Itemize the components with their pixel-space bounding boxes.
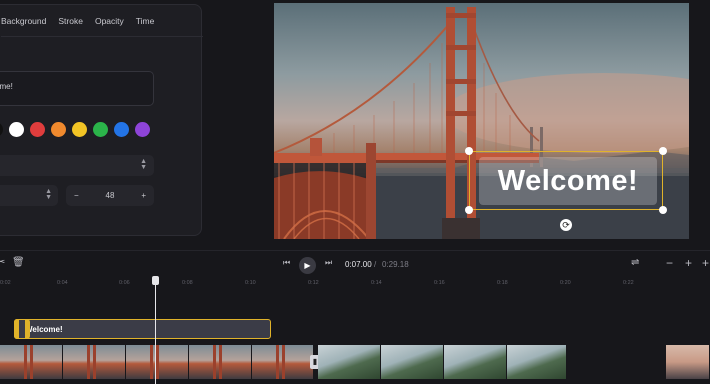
clip-thumbnail bbox=[444, 345, 507, 379]
playhead-line[interactable] bbox=[155, 277, 156, 384]
color-swatch-purple[interactable] bbox=[135, 122, 150, 137]
color-swatch-red[interactable] bbox=[30, 122, 45, 137]
color-swatch-white[interactable] bbox=[9, 122, 24, 137]
color-swatch-orange[interactable] bbox=[51, 122, 66, 137]
color-swatch-black[interactable] bbox=[0, 122, 3, 137]
select-chevron-icon: ▲ ▼ bbox=[140, 158, 147, 171]
text-clip-right-handle[interactable] bbox=[25, 319, 30, 339]
color-swatches bbox=[0, 122, 150, 137]
ruler-label: 0:06 bbox=[119, 280, 130, 286]
color-swatch-blue[interactable] bbox=[114, 122, 129, 137]
skip-back-icon[interactable]: ⏮ bbox=[283, 258, 290, 268]
font-size-stepper: − 48 + bbox=[66, 185, 154, 206]
add-icon[interactable]: + bbox=[702, 256, 709, 270]
font-select[interactable]: o ▲▼ bbox=[0, 155, 154, 176]
current-time: 0:07.00 bbox=[345, 260, 372, 269]
ruler-label: 0:18 bbox=[497, 280, 508, 286]
select-chevron-icon: ▲ ▼ bbox=[45, 188, 52, 201]
resize-handle-bottom-left[interactable] bbox=[465, 206, 473, 214]
ruler-label: 0:22 bbox=[623, 280, 634, 286]
text-clip-label: Welcome! bbox=[25, 325, 63, 334]
ruler-label: 0:12 bbox=[308, 280, 319, 286]
video-clip-mountains[interactable] bbox=[318, 345, 567, 379]
playhead-handle[interactable] bbox=[152, 276, 159, 285]
total-duration: 0:29.18 bbox=[382, 260, 409, 269]
clip-thumbnail bbox=[666, 345, 710, 379]
rotate-icon[interactable]: ⟳ bbox=[560, 219, 572, 231]
text-clip[interactable]: Welcome! bbox=[14, 319, 271, 339]
video-clip-pier[interactable] bbox=[666, 345, 710, 379]
ruler-label: 0:16 bbox=[434, 280, 445, 286]
text-content-field[interactable]: ome! bbox=[0, 71, 154, 106]
ruler-label: 0:10 bbox=[245, 280, 256, 286]
resize-handle-top-left[interactable] bbox=[465, 147, 473, 155]
ruler-label: 0:14 bbox=[371, 280, 382, 286]
font-size-increase-button[interactable]: + bbox=[141, 191, 146, 200]
adjust-icon[interactable]: ⇌ bbox=[631, 257, 639, 268]
ruler-label: 0:04 bbox=[57, 280, 68, 286]
text-selection-box[interactable] bbox=[469, 151, 663, 210]
video-clip-bridge[interactable] bbox=[0, 345, 314, 379]
ruler-label: 0:08 bbox=[182, 280, 193, 286]
zoom-in-icon[interactable]: + bbox=[685, 256, 692, 270]
timeline-ruler[interactable]: 0:02 0:04 0:06 0:08 0:10 0:12 0:14 0:16 … bbox=[0, 277, 710, 293]
timeline-toolbar: ✂ 🗑 ⏮ ▶ ⏭ 0:07.00 / 0:29.18 ⇌ − + + bbox=[0, 250, 710, 276]
panel-content: ome! o ▲▼ ▲▼ − 48 + bbox=[0, 4, 202, 236]
text-content-value: ome! bbox=[0, 82, 13, 91]
resize-handle-top-right[interactable] bbox=[659, 147, 667, 155]
clip-thumbnail bbox=[507, 345, 567, 379]
font-weight-select[interactable]: ▲ ▼ bbox=[0, 185, 58, 206]
font-size-value[interactable]: 48 bbox=[106, 191, 115, 200]
bridge-towers-overlay bbox=[24, 345, 285, 379]
color-swatch-green[interactable] bbox=[93, 122, 108, 137]
color-swatch-yellow[interactable] bbox=[72, 122, 87, 137]
play-button[interactable]: ▶ bbox=[299, 257, 316, 274]
zoom-out-icon[interactable]: − bbox=[666, 256, 673, 270]
ruler-label: 0:20 bbox=[560, 280, 571, 286]
split-clip-icon[interactable]: ✂ bbox=[0, 257, 5, 268]
play-icon: ▶ bbox=[304, 261, 311, 270]
clip-thumbnail bbox=[318, 345, 381, 379]
skip-forward-icon[interactable]: ⏭ bbox=[325, 258, 332, 268]
resize-handle-bottom-right[interactable] bbox=[659, 206, 667, 214]
text-clip-left-handle[interactable] bbox=[14, 319, 19, 339]
delete-icon[interactable]: 🗑 bbox=[12, 257, 25, 268]
time-separator: / bbox=[374, 260, 377, 269]
font-size-decrease-button[interactable]: − bbox=[74, 191, 79, 200]
clip-thumbnail bbox=[381, 345, 444, 379]
ruler-label: 0:02 bbox=[0, 280, 11, 286]
